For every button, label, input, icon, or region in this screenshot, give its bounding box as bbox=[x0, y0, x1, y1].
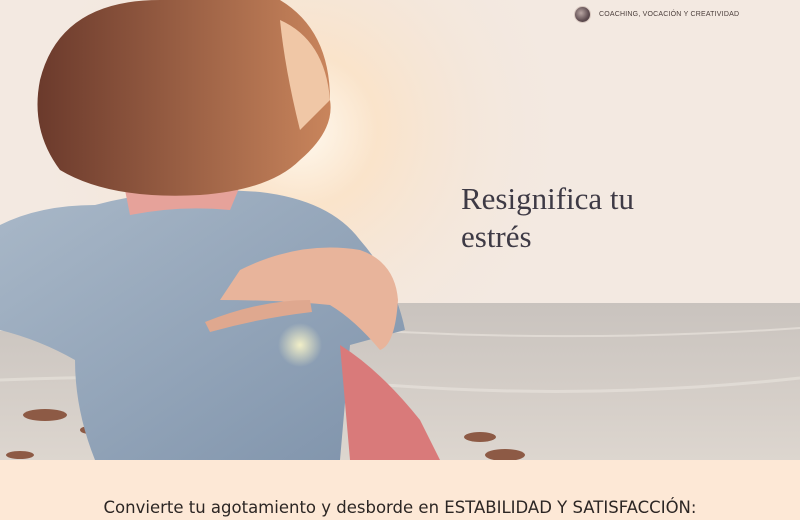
hero-headline: Resignifica tu estrés bbox=[461, 181, 635, 254]
brand-label[interactable]: COACHING, VOCACIÓN Y CREATIVIDAD bbox=[599, 11, 739, 18]
site-header: COACHING, VOCACIÓN Y CREATIVIDAD bbox=[574, 6, 739, 23]
hero-section: COACHING, VOCACIÓN Y CREATIVIDAD Resigni… bbox=[0, 0, 800, 460]
section-subtitle: Convierte tu agotamiento y desborde en E… bbox=[103, 498, 697, 517]
logo-avatar[interactable] bbox=[574, 6, 591, 23]
